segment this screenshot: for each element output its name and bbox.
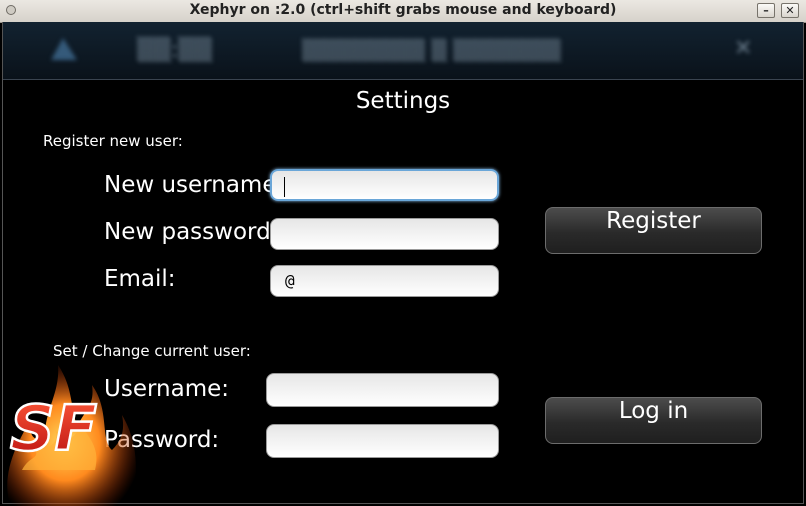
username-input[interactable] (266, 373, 499, 407)
new-username-label: New username: (104, 172, 285, 198)
email-input[interactable]: @ (270, 265, 499, 297)
login-button[interactable]: Log in (545, 397, 762, 444)
new-username-input[interactable] (270, 169, 499, 201)
new-password-label: New password: (104, 219, 279, 245)
register-section-label: Register new user: (43, 132, 183, 150)
window-titlebar[interactable]: Xephyr on :2.0 (ctrl+shift grabs mouse a… (0, 0, 806, 23)
new-password-input[interactable] (270, 218, 499, 250)
network-icon (51, 38, 77, 60)
sf-logo-text: SF (10, 392, 97, 465)
password-input[interactable] (266, 424, 499, 458)
register-button[interactable]: Register (545, 207, 762, 254)
close-button[interactable]: ✕ (781, 3, 799, 18)
status-close-icon: ✕ (734, 36, 753, 61)
window-title: Xephyr on :2.0 (ctrl+shift grabs mouse a… (189, 2, 617, 18)
device-status-bar: ▒▒:▒▒ ▒▒▒▒▒▒▒▒ ▒ ▒▒▒▒▒▒▒ ✕ (2, 22, 804, 80)
status-text-blurred: ▒▒▒▒▒▒▒▒ ▒ ▒▒▒▒▒▒▒ (302, 38, 561, 62)
email-value: @ (285, 271, 295, 290)
text-caret (284, 176, 285, 197)
minimize-button[interactable]: – (757, 3, 775, 18)
status-time-blurred: ▒▒:▒▒ (137, 38, 213, 63)
dialog-title: Settings (355, 88, 451, 114)
login-section-label: Set / Change current user: (53, 342, 251, 360)
email-label: Email: (104, 266, 176, 292)
sf-flame-logo: SF (7, 365, 136, 506)
